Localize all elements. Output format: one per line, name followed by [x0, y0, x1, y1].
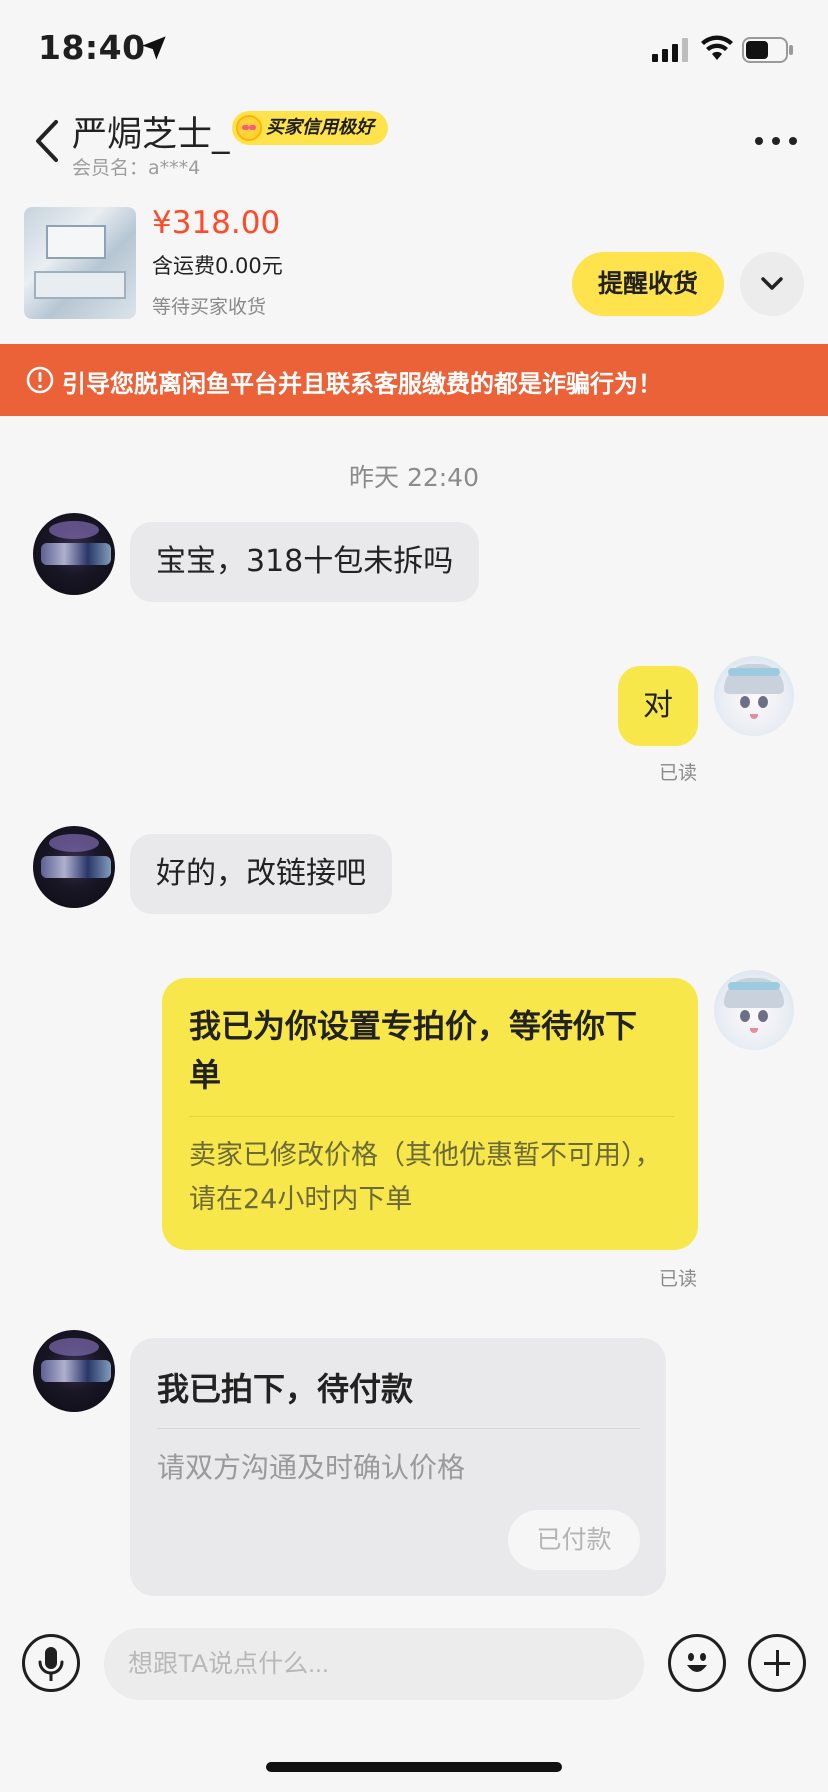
order-price: ¥318.00 — [152, 205, 281, 241]
product-thumbnail[interactable] — [24, 207, 136, 319]
my-avatar[interactable] — [714, 656, 794, 736]
product-image-part — [46, 225, 106, 259]
voice-input-button[interactable] — [22, 1634, 80, 1692]
more-dots-icon[interactable] — [754, 136, 798, 146]
emoji-face-icon — [236, 115, 262, 141]
back-chevron-icon[interactable] — [30, 118, 64, 164]
card-divider — [189, 1116, 674, 1117]
order-placed-card[interactable]: 我已拍下，待付款 请双方沟通及时确认价格 已付款 — [130, 1338, 666, 1596]
microphone-icon — [38, 1647, 64, 1681]
price-card-title: 我已为你设置专拍价，等待你下单 — [189, 1007, 638, 1094]
fraud-warning-banner: 引导您脱离闲鱼平台并且联系客服缴费的都是诈骗行为！ — [0, 344, 828, 416]
fraud-warning-text: 引导您脱离闲鱼平台并且联系客服缴费的都是诈骗行为！ — [62, 370, 662, 398]
price-card-subtitle: 卖家已修改价格（其他优惠暂不可用），请在24小时内下单 — [189, 1140, 662, 1215]
chevron-down-icon — [761, 277, 783, 290]
message-input[interactable] — [104, 1628, 644, 1700]
battery-icon — [742, 37, 793, 63]
credit-badge: 买家信用极好 — [232, 111, 388, 145]
read-receipt: 已读 — [659, 1268, 698, 1290]
member-name: 会员名：a***4 — [72, 157, 201, 179]
order-card-subtitle: 请双方沟通及时确认价格 — [157, 1451, 466, 1484]
location-arrow-icon — [142, 36, 166, 60]
message-bubble[interactable]: 宝宝，318十包未拆吗 — [130, 522, 480, 602]
wifi-icon — [701, 35, 733, 60]
add-attachment-button[interactable] — [748, 1634, 806, 1692]
chat-timestamp: 昨天 22:40 — [349, 463, 479, 492]
order-card-title: 我已拍下，待付款 — [157, 1370, 414, 1408]
message-bubble[interactable]: 好的，改链接吧 — [130, 834, 392, 914]
expand-order-button[interactable] — [740, 252, 804, 316]
order-status: 等待买家收货 — [152, 296, 267, 318]
status-bar: 18:40 — [0, 0, 828, 100]
card-divider — [157, 1428, 640, 1429]
paid-button[interactable]: 已付款 — [508, 1510, 640, 1570]
alert-circle-icon — [26, 366, 54, 394]
smiley-icon — [687, 1653, 707, 1672]
buyer-avatar[interactable] — [33, 1330, 115, 1412]
read-receipt: 已读 — [659, 762, 698, 784]
home-indicator[interactable] — [266, 1762, 562, 1772]
product-image-part — [34, 271, 126, 299]
buyer-avatar[interactable] — [33, 513, 115, 595]
message-bubble[interactable]: 对 — [618, 666, 698, 746]
my-avatar[interactable] — [714, 970, 794, 1050]
remind-receipt-button[interactable]: 提醒收货 — [572, 252, 724, 316]
contact-nickname[interactable]: 严焗芝士_ — [72, 106, 230, 157]
credit-badge-label: 买家信用极好 — [266, 117, 374, 138]
status-time: 18:40 — [38, 28, 146, 67]
emoji-button[interactable] — [668, 1634, 726, 1692]
price-set-card[interactable]: 我已为你设置专拍价，等待你下单 卖家已修改价格（其他优惠暂不可用），请在24小时… — [162, 978, 698, 1250]
cellular-signal-icon — [652, 38, 688, 62]
order-shipping: 含运费0.00元 — [152, 254, 283, 278]
buyer-avatar[interactable] — [33, 826, 115, 908]
